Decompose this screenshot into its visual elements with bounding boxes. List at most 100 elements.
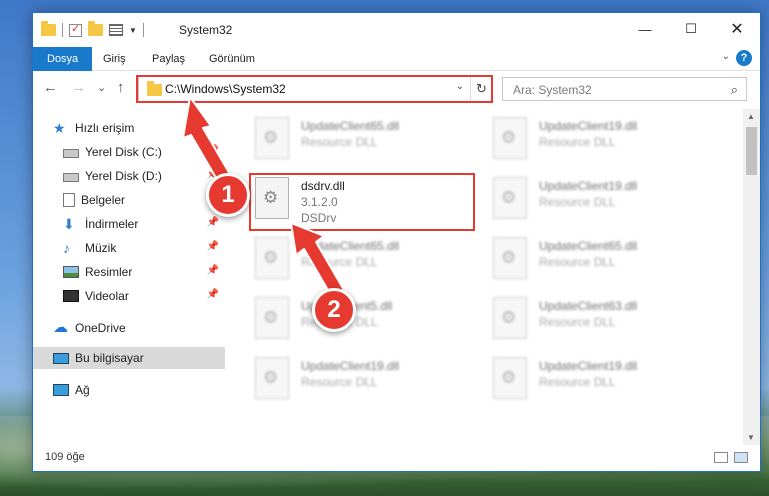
pin-icon[interactable]: 📌 <box>207 265 219 276</box>
title-bar: ▼ System32 — ☐ ✕ <box>33 13 760 47</box>
file-type: Resource DLL <box>539 255 616 269</box>
sidebar-item-label: Hızlı erişim <box>75 121 135 135</box>
sidebar-item-label: OneDrive <box>75 321 126 335</box>
file-type: Resource DLL <box>539 315 616 329</box>
dll-file-icon <box>493 297 527 339</box>
file-name: UpdateClient19.dll <box>539 119 638 133</box>
list-item[interactable]: UpdateClient19.dll Resource DLL <box>493 115 723 169</box>
large-icons-view-icon[interactable] <box>734 452 748 463</box>
address-highlight-box <box>136 75 493 103</box>
sidebar-item-label: Yerel Disk (D:) <box>85 169 162 183</box>
tab-view[interactable]: Görünüm <box>209 47 255 71</box>
maximize-button[interactable]: ☐ <box>668 13 714 45</box>
tab-file[interactable]: Dosya <box>33 47 93 71</box>
list-item[interactable]: UpdateClient65.dll Resource DLL <box>255 235 485 289</box>
recent-locations-button[interactable]: ⌄ <box>97 81 106 94</box>
list-item[interactable]: UpdateClient65.dll Resource DLL <box>255 115 485 169</box>
search-box[interactable]: Ara: System32 ⌕ <box>502 77 747 101</box>
list-item[interactable]: UpdateClient19.dll Resource DLL <box>255 355 485 409</box>
up-button[interactable]: ↑ <box>117 79 125 96</box>
sidebar-item-network[interactable]: Ağ <box>33 379 225 401</box>
file-name: UpdateClient19.dll <box>301 359 400 373</box>
vertical-scrollbar[interactable]: ▲ ▼ <box>743 109 760 445</box>
pin-icon[interactable]: 📌 <box>207 241 219 252</box>
quick-access-toolbar: ▼ <box>41 21 144 37</box>
window-title: System32 <box>179 23 233 37</box>
scroll-down-icon[interactable]: ▼ <box>747 433 755 442</box>
sidebar-item-label: İndirmeler <box>85 217 139 231</box>
downloads-icon: ⬇ <box>63 216 75 232</box>
sidebar-item-documents[interactable]: Belgeler 📌 <box>33 189 225 211</box>
star-icon: ★ <box>53 120 66 136</box>
list-item[interactable]: UpdateClient19.dll Resource DLL <box>493 175 723 229</box>
sidebar-item-label: Ağ <box>75 383 90 397</box>
tab-share[interactable]: Paylaş <box>152 47 185 71</box>
sidebar-item-pictures[interactable]: Resimler 📌 <box>33 261 225 283</box>
this-pc-icon <box>53 352 69 364</box>
dll-file-icon <box>255 297 289 339</box>
file-explorer-window: ▼ System32 — ☐ ✕ Dosya Giriş Paylaş Görü… <box>32 12 761 472</box>
customize-toolbar-icon[interactable] <box>109 24 123 36</box>
list-item[interactable]: UpdateClient19.dll Resource DLL <box>493 355 723 409</box>
onedrive-icon: ☁ <box>53 319 68 336</box>
file-type: Resource DLL <box>539 135 616 149</box>
forward-button[interactable]: → <box>71 79 86 96</box>
properties-check-icon[interactable] <box>69 22 82 37</box>
sidebar-item-videos[interactable]: Videolar 📌 <box>33 285 225 307</box>
search-icon[interactable]: ⌕ <box>731 82 738 98</box>
sidebar-item-local-disk-d[interactable]: Yerel Disk (D:) 📌 <box>33 165 225 187</box>
folder-icon <box>41 21 56 36</box>
ribbon-expand-icon[interactable]: ⌄ <box>722 51 730 62</box>
help-icon[interactable]: ? <box>736 50 752 66</box>
pin-icon[interactable]: 📌 <box>207 289 219 300</box>
details-view-icon[interactable] <box>714 452 728 463</box>
file-type: Resource DLL <box>539 375 616 389</box>
pin-icon[interactable]: 📌 <box>207 145 219 156</box>
sidebar-item-downloads[interactable]: ⬇ İndirmeler 📌 <box>33 213 225 235</box>
pictures-icon <box>63 266 79 278</box>
sidebar-item-label: Videolar <box>85 289 129 303</box>
pin-icon[interactable]: 📌 <box>207 217 219 228</box>
file-name: UpdateClient63.dll <box>539 299 638 313</box>
sidebar-item-music[interactable]: ♪ Müzik 📌 <box>33 237 225 259</box>
list-item[interactable]: UpdateClient63.dll Resource DLL <box>493 295 723 349</box>
sidebar-item-quick-access[interactable]: ★ Hızlı erişim <box>33 117 225 139</box>
videos-icon <box>63 290 79 302</box>
separator <box>62 23 63 37</box>
music-icon: ♪ <box>63 240 70 256</box>
sidebar-item-this-pc[interactable]: Bu bilgisayar <box>33 347 225 369</box>
file-type: Resource DLL <box>301 375 378 389</box>
file-type: Resource DLL <box>301 255 378 269</box>
tab-home[interactable]: Giriş <box>103 47 126 71</box>
file-type: Resource DLL <box>301 135 378 149</box>
navigation-pane: ★ Hızlı erişim Yerel Disk (C:) 📌 Yerel D… <box>33 113 225 443</box>
search-input[interactable]: Ara: System32 <box>513 83 592 97</box>
network-icon <box>53 384 69 396</box>
documents-icon <box>63 193 75 207</box>
separator <box>142 23 144 37</box>
list-item[interactable]: UpdateClient65.dll Resource DLL <box>493 235 723 289</box>
dll-file-icon <box>255 357 289 399</box>
file-list: UpdateClient65.dll Resource DLL dsdrv.dl… <box>229 109 745 445</box>
toolbar-dropdown-icon[interactable]: ▼ <box>129 26 137 35</box>
scroll-up-icon[interactable]: ▲ <box>747 112 755 121</box>
sidebar-item-label: Bu bilgisayar <box>75 351 144 365</box>
item-count: 109 öğe <box>45 451 85 463</box>
close-button[interactable]: ✕ <box>714 13 760 45</box>
dll-file-icon <box>493 117 527 159</box>
file-name: UpdateClient19.dll <box>539 359 638 373</box>
back-button[interactable]: ← <box>43 79 58 96</box>
drive-icon <box>63 149 79 158</box>
ribbon-tabs: Dosya Giriş Paylaş Görünüm ⌄ ? <box>33 47 760 71</box>
new-folder-icon[interactable] <box>88 21 103 36</box>
window-controls: — ☐ ✕ <box>622 13 760 45</box>
step-marker-2: 2 <box>312 288 356 332</box>
dll-file-icon <box>255 237 289 279</box>
scrollbar-thumb[interactable] <box>746 127 757 175</box>
file-name: UpdateClient19.dll <box>539 179 638 193</box>
minimize-button[interactable]: — <box>622 13 668 45</box>
drive-icon <box>63 173 79 182</box>
sidebar-item-local-disk-c[interactable]: Yerel Disk (C:) 📌 <box>33 141 225 163</box>
sidebar-item-onedrive[interactable]: ☁ OneDrive <box>33 317 225 339</box>
list-item[interactable]: UpdateClient5.dll Resource DLL <box>255 295 485 349</box>
